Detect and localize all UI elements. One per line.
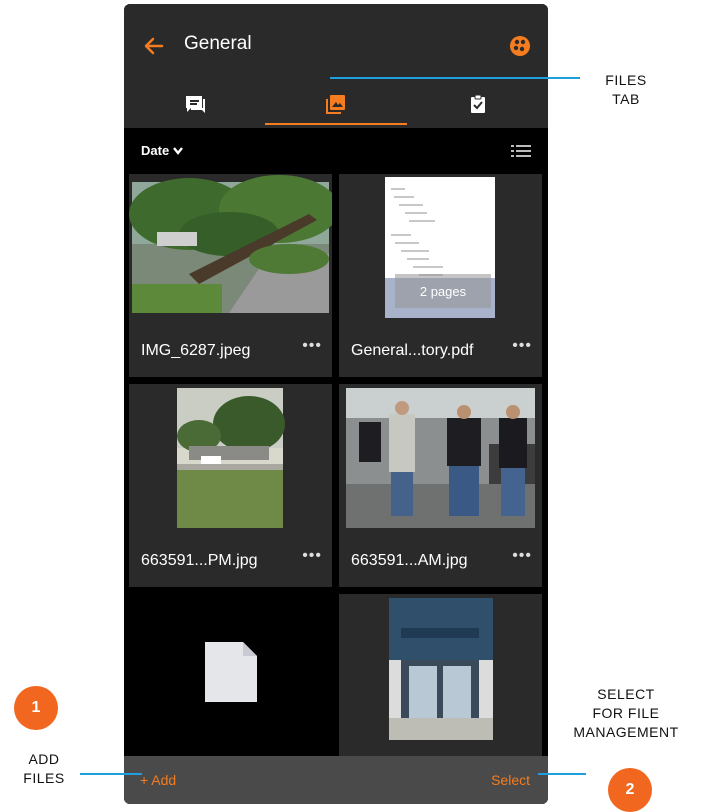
file-card[interactable]: 2 pages General...tory.pdf ••• [339, 174, 542, 377]
files-tab-callout-line [330, 77, 580, 79]
phone-screen: General Date IMG_6287.jpeg ••• 2 pages G… [124, 4, 548, 804]
sort-bar: Date [124, 130, 548, 174]
more-options-button[interactable]: ••• [512, 547, 532, 565]
callout-badge-2: 2 [608, 768, 652, 812]
add-files-callout-line [80, 773, 142, 775]
active-tab-indicator [265, 123, 407, 125]
app-header: General [124, 4, 548, 128]
palette-icon [510, 36, 530, 56]
bottom-action-bar: + Add Select [124, 756, 548, 804]
page-count-badge: 2 pages [395, 274, 491, 308]
more-options-button[interactable]: ••• [302, 547, 322, 565]
file-thumbnail [339, 384, 542, 528]
chevron-down-icon [173, 146, 184, 155]
file-thumbnail [129, 384, 332, 528]
file-thumbnail: 2 pages [339, 174, 542, 318]
sort-dropdown[interactable]: Date [141, 143, 184, 158]
document-icon [205, 642, 257, 702]
photo-icon [325, 95, 345, 114]
select-callout: SELECT FOR FILE MANAGEMENT [573, 686, 679, 740]
options-button[interactable] [506, 32, 534, 60]
list-icon [511, 145, 531, 157]
tab-chat[interactable] [124, 84, 265, 124]
select-callout-line [538, 773, 586, 775]
tab-files[interactable] [265, 84, 406, 124]
file-thumbnail [129, 174, 332, 318]
more-options-button[interactable]: ••• [512, 337, 532, 355]
callout-badge-1: 1 [14, 686, 58, 730]
chat-icon [185, 96, 205, 113]
file-name: IMG_6287.jpeg [141, 342, 251, 359]
files-tab-callout: FILES TAB [605, 72, 647, 107]
file-card[interactable]: IMG_6287.jpeg ••• [129, 174, 332, 377]
add-files-button[interactable]: + Add [140, 772, 176, 788]
file-card[interactable]: 663591...PM.jpg ••• [129, 384, 332, 587]
page-title: General [184, 33, 252, 54]
select-button[interactable]: Select [491, 772, 530, 788]
back-button[interactable] [138, 30, 170, 62]
list-view-button[interactable] [510, 142, 532, 160]
tab-tasks[interactable] [407, 84, 548, 124]
file-name: General...tory.pdf [351, 342, 474, 359]
task-icon [470, 94, 485, 113]
arrow-left-icon [144, 37, 164, 55]
file-name: 663591...AM.jpg [351, 552, 468, 569]
file-name: 663591...PM.jpg [141, 552, 258, 569]
file-thumbnail [129, 594, 332, 764]
sort-label: Date [141, 143, 170, 158]
file-thumbnail [339, 594, 542, 744]
more-options-button[interactable]: ••• [302, 337, 322, 355]
add-files-callout: ADD FILES [23, 751, 65, 786]
file-card[interactable]: 663591...AM.jpg ••• [339, 384, 542, 587]
